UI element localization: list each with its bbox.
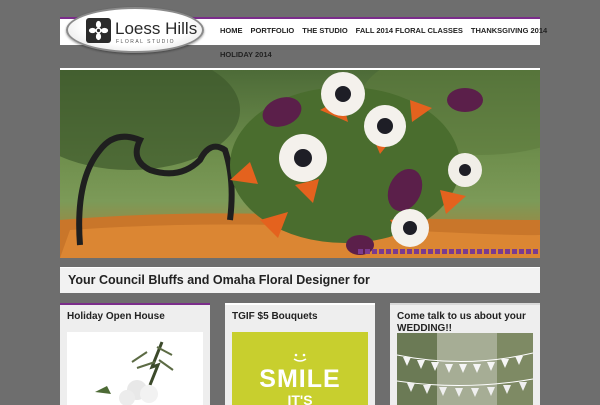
slide-dot[interactable] <box>435 249 440 254</box>
site-logo[interactable]: Loess Hills FLORAL STUDIO <box>66 7 204 53</box>
slide-dot[interactable] <box>372 249 377 254</box>
slide-indicator[interactable] <box>358 249 540 254</box>
card-wedding[interactable]: Come talk to us about your WEDDING!! <box>390 303 540 405</box>
slide-dot[interactable] <box>526 249 531 254</box>
slide-dot[interactable] <box>491 249 496 254</box>
nav-item-thanksgiving[interactable]: THANKSGIVING 2014 <box>467 25 551 39</box>
slide-dot[interactable] <box>358 249 363 254</box>
slide-dot[interactable] <box>365 249 370 254</box>
card-title: Come talk to us about your WEDDING!! <box>397 311 526 334</box>
slide-dot[interactable] <box>393 249 398 254</box>
slide-dot[interactable] <box>400 249 405 254</box>
slide-dot[interactable] <box>463 249 468 254</box>
card-title: Holiday Open House <box>67 311 165 322</box>
card-image: SMILE IT'S <box>232 332 368 405</box>
card-tgif-bouquets[interactable]: TGIF $5 Bouquets SMILE IT'S <box>225 303 375 405</box>
logo-title: Loess Hills <box>115 19 198 38</box>
slide-dot[interactable] <box>519 249 524 254</box>
nav-item-portfolio[interactable]: PORTFOLIO <box>247 25 299 39</box>
slide-dot[interactable] <box>407 249 412 254</box>
card-image <box>67 332 203 405</box>
slide-dot[interactable] <box>512 249 517 254</box>
slide-dot[interactable] <box>484 249 489 254</box>
slide-dot[interactable] <box>428 249 433 254</box>
flower-icon <box>86 18 111 43</box>
logo-subtitle: FLORAL STUDIO <box>116 39 176 45</box>
nav-item-fall-classes[interactable]: FALL 2014 FLORAL CLASSES <box>352 25 467 39</box>
smile-icon <box>290 350 310 362</box>
nav-item-holiday[interactable]: HOLIDAY 2014 <box>216 49 276 61</box>
tagline-text: Your Council Bluffs and Omaha Floral Des… <box>68 273 370 287</box>
slide-dot[interactable] <box>505 249 510 254</box>
main-nav: HOME PORTFOLIO THE STUDIO FALL 2014 FLOR… <box>216 25 551 39</box>
slide-dot[interactable] <box>533 249 538 254</box>
slide-dot[interactable] <box>449 249 454 254</box>
slide-dot[interactable] <box>442 249 447 254</box>
hero-slideshow[interactable] <box>60 68 540 258</box>
slide-dot[interactable] <box>379 249 384 254</box>
card-holiday-open-house[interactable]: Holiday Open House <box>60 303 210 405</box>
slide-dot[interactable] <box>456 249 461 254</box>
slide-dot[interactable] <box>477 249 482 254</box>
slide-dot[interactable] <box>498 249 503 254</box>
slide-dot[interactable] <box>470 249 475 254</box>
hero-image <box>60 70 540 258</box>
tagline-bar: Your Council Bluffs and Omaha Floral Des… <box>60 267 540 293</box>
slide-dot[interactable] <box>414 249 419 254</box>
card-title: TGIF $5 Bouquets <box>232 311 318 322</box>
nav-item-the-studio[interactable]: THE STUDIO <box>298 25 351 39</box>
slide-dot[interactable] <box>386 249 391 254</box>
card-image <box>397 333 533 405</box>
smile-text: SMILE <box>259 365 341 393</box>
smile-subtext: IT'S <box>287 392 313 405</box>
slide-dot[interactable] <box>421 249 426 254</box>
nav-item-home[interactable]: HOME <box>216 25 247 39</box>
